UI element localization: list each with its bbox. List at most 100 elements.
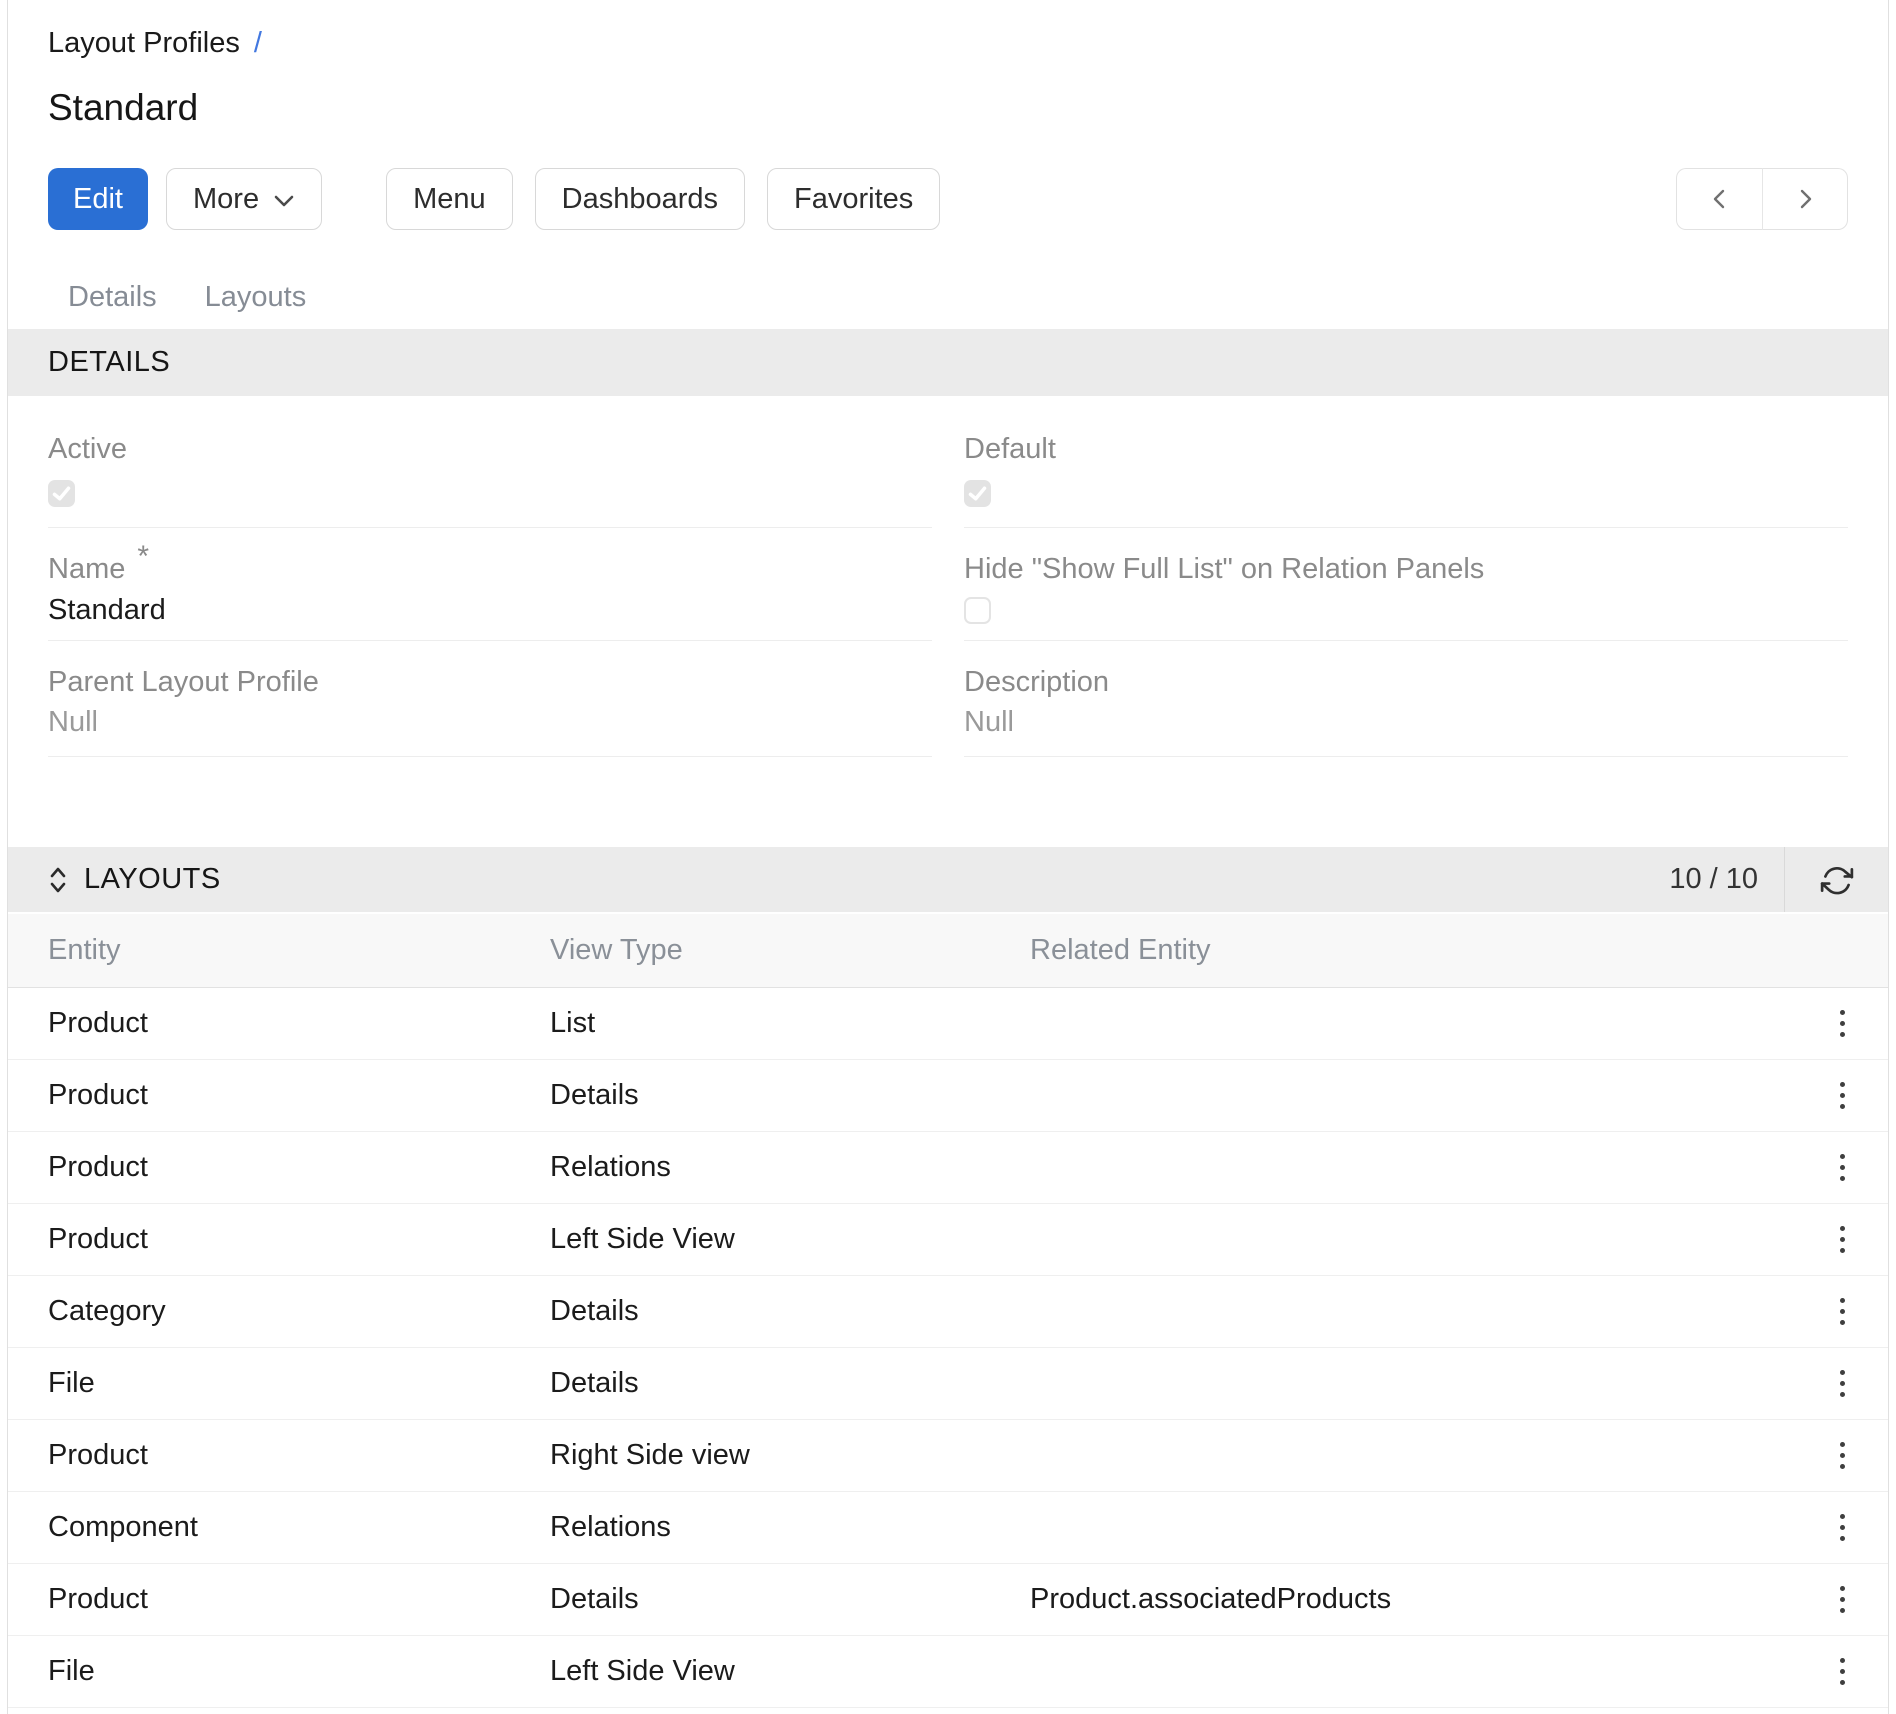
cell-entity: Product [48,1223,550,1256]
more-button[interactable]: More [166,168,322,230]
layouts-table-body: Product List Product Details Product Rel… [8,988,1888,1708]
kebab-menu-icon [1840,1226,1845,1231]
column-header-related-entity: Related Entity [1030,934,1812,967]
layouts-table-header: Entity View Type Related Entity [8,914,1888,988]
table-row: Product Relations [8,1132,1888,1204]
table-row: Component Relations [8,1492,1888,1564]
refresh-button[interactable] [1785,847,1888,912]
row-menu-button[interactable] [1826,1506,1859,1549]
field-parent-layout-profile: Parent Layout Profile Null [48,665,932,757]
kebab-menu-icon [1840,1586,1845,1591]
table-row: File Left Side View [8,1636,1888,1708]
row-menu-button[interactable] [1826,1362,1859,1405]
record-tabs: Details Layouts [48,280,1848,314]
tab-details[interactable]: Details [68,280,157,314]
details-panel-title: DETAILS [48,346,170,379]
cell-view-type: Details [550,1367,1030,1400]
breadcrumb-separator: / [254,27,262,59]
kebab-menu-icon [1840,1154,1845,1159]
row-menu-button[interactable] [1826,1146,1859,1189]
next-record-button[interactable] [1762,168,1848,230]
cell-view-type: Right Side view [550,1439,1030,1472]
kebab-menu-icon [1840,1010,1845,1015]
check-icon [51,483,72,504]
edit-button[interactable]: Edit [48,168,148,230]
hide-show-full-list-checkbox[interactable] [964,597,991,624]
table-row: Product Details Product.associatedProduc… [8,1564,1888,1636]
previous-record-button[interactable] [1676,168,1762,230]
field-label-name: Name* [48,552,932,586]
column-header-view-type: View Type [550,934,1030,967]
cell-related-entity: Product.associatedProducts [1030,1583,1812,1616]
breadcrumb-link[interactable]: Layout Profiles [48,27,240,59]
table-row: Product Left Side View [8,1204,1888,1276]
cell-entity: File [48,1655,550,1688]
breadcrumb: Layout Profiles / [48,26,1848,60]
kebab-menu-icon [1840,1658,1845,1663]
column-header-entity: Entity [48,934,550,967]
cell-entity: Product [48,1007,550,1040]
chevron-left-icon [1708,187,1732,211]
parent-layout-profile-value: Null [48,705,932,756]
kebab-menu-icon [1840,1370,1845,1375]
cell-view-type: Left Side View [550,1655,1030,1688]
menu-button[interactable]: Menu [386,168,513,230]
toolbar: Edit More Menu Dashboards Favorites [48,168,1848,230]
favorites-button[interactable]: Favorites [767,168,940,230]
cell-entity: Product [48,1151,550,1184]
chevron-expand-icon [48,865,68,895]
cell-view-type: List [550,1007,1030,1040]
details-fields: Active Default Name* Standard Hide "Show… [48,396,1848,847]
field-default: Default [964,432,1848,528]
tab-layouts[interactable]: Layouts [205,280,307,314]
cell-entity: Product [48,1079,550,1112]
name-value: Standard [48,593,932,640]
refresh-icon [1820,863,1854,897]
row-menu-button[interactable] [1826,1578,1859,1621]
cell-view-type: Details [550,1079,1030,1112]
field-description: Description Null [964,665,1848,757]
layouts-panel-header: LAYOUTS 10 / 10 [8,847,1888,912]
kebab-menu-icon [1840,1298,1845,1303]
layouts-panel-controls: 10 / 10 [1669,847,1888,912]
kebab-menu-icon [1840,1514,1845,1519]
field-active: Active [48,432,932,528]
required-asterisk: * [137,540,149,573]
cell-view-type: Relations [550,1511,1030,1544]
row-menu-button[interactable] [1826,1074,1859,1117]
table-row: Product Right Side view [8,1420,1888,1492]
table-row: Category Details [8,1276,1888,1348]
cell-entity: Component [48,1511,550,1544]
more-button-label: More [193,183,259,216]
cell-entity: Product [48,1583,550,1616]
field-label-hide-show-full-list: Hide "Show Full List" on Relation Panels [964,552,1848,586]
collapse-panel-button[interactable] [48,865,68,895]
row-menu-button[interactable] [1826,1290,1859,1333]
table-row: Product List [8,988,1888,1060]
cell-entity: File [48,1367,550,1400]
active-checkbox[interactable] [48,480,75,507]
row-menu-button[interactable] [1826,1002,1859,1045]
field-label-active: Active [48,432,932,466]
page-header: Layout Profiles / Standard Edit More Menu… [8,0,1888,314]
layouts-panel-title: LAYOUTS [84,863,221,896]
cell-view-type: Details [550,1295,1030,1328]
row-menu-button[interactable] [1826,1650,1859,1693]
table-row: Product Details [8,1060,1888,1132]
cell-view-type: Left Side View [550,1223,1030,1256]
default-checkbox[interactable] [964,480,991,507]
field-label-default: Default [964,432,1848,466]
row-menu-button[interactable] [1826,1218,1859,1261]
chevron-right-icon [1793,187,1817,211]
details-panel-header: DETAILS [8,329,1888,396]
field-name: Name* Standard [48,552,932,641]
field-label-parent-layout-profile: Parent Layout Profile [48,665,932,699]
cell-view-type: Details [550,1583,1030,1616]
check-icon [967,483,988,504]
cell-view-type: Relations [550,1151,1030,1184]
field-label-description: Description [964,665,1848,699]
row-menu-button[interactable] [1826,1434,1859,1477]
dashboards-button[interactable]: Dashboards [535,168,745,230]
record-pagination [1676,168,1848,230]
page-title: Standard [48,86,1848,130]
